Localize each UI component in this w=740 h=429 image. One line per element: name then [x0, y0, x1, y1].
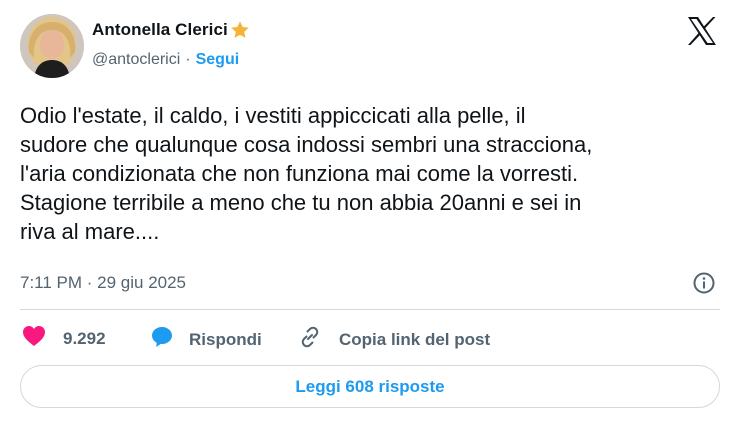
info-icon[interactable]	[692, 271, 716, 295]
star-icon	[229, 19, 251, 41]
link-icon	[298, 325, 322, 354]
avatar[interactable]	[20, 14, 84, 78]
reply-button[interactable]: Rispondi	[150, 325, 262, 354]
copy-link-button[interactable]: Copia link del post	[298, 325, 490, 354]
author-handle[interactable]: @antoclerici	[92, 51, 180, 69]
author-name-row: Antonella Clerici	[92, 19, 251, 41]
tweet-text: Odio l'estate, il caldo, i vestiti appic…	[20, 103, 593, 244]
avatar-photo	[20, 14, 84, 78]
read-replies-label: Leggi 608 risposte	[295, 376, 445, 396]
reply-label: Rispondi	[189, 329, 262, 349]
heart-icon	[22, 325, 46, 352]
read-replies-button[interactable]: Leggi 608 risposte	[20, 365, 720, 408]
author-handle-row: @antoclerici · Segui	[92, 51, 239, 69]
divider	[20, 309, 720, 310]
like-count: 9.292	[63, 328, 106, 348]
like-button[interactable]: 9.292	[22, 325, 106, 352]
tweet-timestamp[interactable]: 7:11 PM · 29 giu 2025	[20, 273, 186, 293]
handle-separator: ·	[185, 51, 191, 68]
follow-button[interactable]: Segui	[196, 51, 240, 69]
author-display-name[interactable]: Antonella Clerici	[92, 20, 228, 40]
tweet-card: Antonella Clerici @antoclerici · Segui O…	[0, 0, 740, 429]
speech-bubble-icon	[150, 325, 174, 354]
copy-link-label: Copia link del post	[339, 329, 491, 349]
x-logo-icon[interactable]	[686, 16, 718, 46]
